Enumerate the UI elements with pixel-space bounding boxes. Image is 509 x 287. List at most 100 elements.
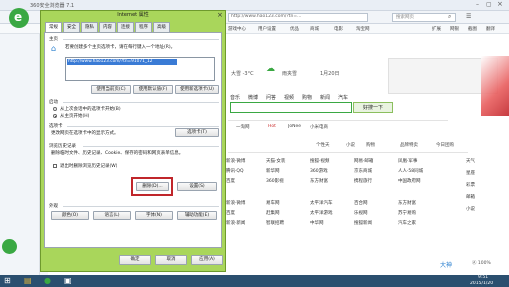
fonts-button[interactable]: 字体(N) [135,211,173,220]
banner[interactable]: 购物 [366,142,375,148]
startup-home-radio[interactable] [53,114,57,118]
dialog-close-icon[interactable]: × [217,11,223,19]
list-item[interactable]: 东方财富 [310,178,328,184]
tab-programs[interactable]: 程序 [135,22,152,32]
list-item[interactable]: 苏宁易购 [398,210,416,216]
settings-button[interactable]: 设置(S) [177,182,217,191]
languages-button[interactable]: 语言(L) [93,211,131,220]
list-item[interactable]: 百度 [226,178,235,184]
translate-menu[interactable]: 翻译 [486,26,495,32]
banner[interactable]: 今日团购 [436,142,454,148]
list-item[interactable]: 百合网 [354,200,368,206]
use-default-button[interactable]: 使用默认值(F) [133,85,173,94]
page-search-button[interactable]: 好搜一下 [353,102,393,113]
promo-link[interactable]: Hot [268,124,276,129]
list-item[interactable]: 中华网 [310,220,324,226]
list-item[interactable]: 中国政府网 [398,178,421,184]
use-new-tab-button[interactable]: 使用新选项卡(U) [175,85,219,94]
tabs-button[interactable]: 选项卡(T) [175,128,219,137]
zoom-indicator[interactable]: Ⓐ 100% [472,260,491,266]
list-item[interactable]: 东方财富 [398,200,416,206]
list-item[interactable]: 人人·58同城 [398,168,423,174]
list-item[interactable]: 新浪·新闻 [226,220,245,226]
sidebar-app-icon[interactable] [2,239,17,254]
side-label[interactable]: 小说 [466,206,475,212]
browser-taskbar-icon[interactable]: ● [44,276,51,285]
extension-menu[interactable]: 扩展 [432,26,441,32]
windows-start-icon[interactable]: ⊞ [4,276,11,285]
tab-privacy[interactable]: 隐私 [81,22,98,32]
tab-content[interactable]: 内容 [99,22,116,32]
close-icon[interactable]: × [497,0,503,8]
menu-icon[interactable]: ☰ [466,13,471,20]
list-item[interactable]: 太平洋游戏 [310,210,333,216]
nav-tab[interactable]: 汽车 [338,94,348,101]
list-item[interactable]: 凤凰·军事 [398,158,417,164]
maximize-icon[interactable]: ▢ [486,1,492,8]
nav-tab[interactable]: 视频 [284,94,294,101]
screenshot-menu[interactable]: 截图 [468,26,477,32]
list-item[interactable]: 搜狐新闻 [354,220,372,226]
list-item[interactable]: 赶集网 [266,210,280,216]
home-url-textarea[interactable]: http://www.hao123.com/?tn=91071_12 [65,57,215,81]
search-input[interactable]: 搜索网页 [396,14,414,20]
tab-security[interactable]: 安全 [63,22,80,32]
store-icon[interactable]: ▣ [64,276,72,285]
list-item[interactable]: 天猫·女装 [266,158,285,164]
tab-general[interactable]: 常规 [45,22,62,32]
list-item[interactable]: 汽车之家 [398,220,416,226]
page-search-input[interactable] [230,102,352,113]
promo-link[interactable]: 一淘网 [236,124,250,130]
list-item[interactable]: 太平洋汽车 [310,200,333,206]
list-item[interactable]: 新浪·微博 [226,158,245,164]
fav-item[interactable]: 用户设置 [258,26,276,32]
accessibility-button[interactable]: 辅助功能(E) [177,211,217,220]
side-label[interactable]: 星座 [466,170,475,176]
fav-item[interactable]: 优品 [290,26,299,32]
delete-on-exit-checkbox[interactable] [53,164,57,168]
delete-button[interactable]: 删除(D)... [136,182,169,191]
banner[interactable]: 小说 [346,142,355,148]
use-current-button[interactable]: 使用当前页(C) [91,85,131,94]
list-item[interactable]: 乐视网 [354,210,368,216]
startup-last-session-radio[interactable] [53,107,57,111]
banner[interactable]: 品牌特卖 [400,142,418,148]
list-item[interactable]: 携程旅行 [354,178,372,184]
fav-item[interactable]: 游戏中心 [228,26,246,32]
list-item[interactable]: 腾讯·QQ [226,168,244,174]
apply-button[interactable]: 应用(A) [191,255,223,265]
promo-link[interactable]: JoNee [288,124,301,129]
list-item[interactable]: 智联招聘 [266,220,284,226]
side-label[interactable]: 彩票 [466,182,475,188]
colors-button[interactable]: 颜色(O) [51,211,89,220]
nav-tab[interactable]: 问答 [266,94,276,101]
nav-tab[interactable]: 购物 [302,94,312,101]
list-item[interactable]: 新浪·微博 [226,200,245,206]
list-item[interactable]: 搜狐·视频 [310,158,329,164]
promo-link[interactable]: 小米电商 [310,124,328,130]
list-item[interactable]: 网易·邮箱 [354,158,373,164]
ok-button[interactable]: 确定 [119,255,151,265]
bank-menu[interactable]: 网银 [450,26,459,32]
nav-tab[interactable]: 新闻 [320,94,330,101]
list-item[interactable]: 360影视 [266,178,284,184]
tab-advanced[interactable]: 高级 [153,22,170,32]
search-icon[interactable]: ⌕ [448,13,451,21]
list-item[interactable]: 360游戏 [310,168,328,174]
list-item[interactable]: 百度 [226,210,235,216]
list-item[interactable]: 新华网 [266,168,280,174]
minimize-icon[interactable]: – [476,1,479,8]
fav-item[interactable]: 电影 [334,26,343,32]
list-item[interactable]: 京东商城 [354,168,372,174]
fav-item[interactable]: 淘宝网 [356,26,370,32]
nav-tab[interactable]: 微博 [248,94,258,101]
side-label[interactable]: 天气 [466,158,475,164]
tab-connections[interactable]: 连接 [117,22,134,32]
banner[interactable]: 个性天 [316,142,330,148]
address-bar[interactable]: http://www.hao123.com/?tn=... [231,14,366,19]
cancel-button[interactable]: 取消 [155,255,187,265]
explorer-icon[interactable]: ▤ [24,276,32,285]
side-label[interactable]: 邮箱 [466,194,475,200]
fav-item[interactable]: 商城 [310,26,319,32]
list-item[interactable]: 易车网 [266,200,280,206]
